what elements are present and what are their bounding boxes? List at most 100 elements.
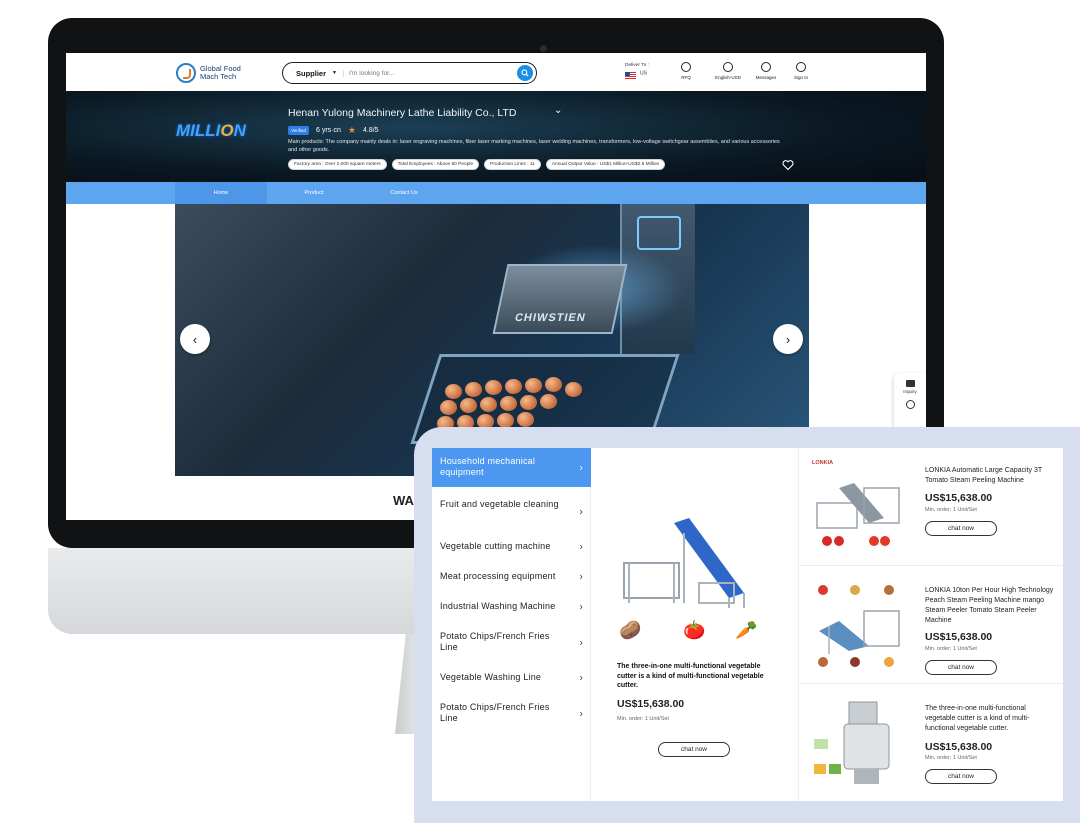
chevron-right-icon: › bbox=[785, 331, 791, 347]
category-label: Meat processing equipment bbox=[440, 571, 556, 581]
product-price: US$15,638.00 bbox=[925, 492, 993, 504]
chevron-right-icon: › bbox=[579, 672, 583, 684]
search-input[interactable] bbox=[343, 69, 503, 77]
category-label: Vegetable cutting machine bbox=[440, 541, 551, 551]
category-item[interactable]: Potato Chips/French Fries Line › bbox=[432, 631, 591, 655]
category-item[interactable]: Fruit and vegetable cleaning › bbox=[432, 499, 591, 525]
featured-min-order: Min. order: 1 Unit/Set bbox=[617, 716, 669, 722]
company-rating: 4.8/5 bbox=[363, 127, 379, 134]
product-title[interactable]: The three-in-one multi-functional vegeta… bbox=[925, 704, 1057, 734]
rfq-link[interactable]: RFQ bbox=[666, 62, 706, 80]
stat-pill: Annual Output Value : US$1 Million-US$2.… bbox=[545, 159, 666, 170]
category-label: Fruit and vegetable cleaning bbox=[440, 499, 559, 509]
language-currency-link[interactable]: English-USD bbox=[708, 62, 748, 80]
company-header: MILLION Henan Yulong Machinery Lathe Lia… bbox=[66, 91, 926, 182]
egg bbox=[480, 397, 497, 412]
hero-next-button[interactable]: › bbox=[773, 324, 803, 354]
inquiry-label[interactable]: Inquiry bbox=[894, 389, 926, 394]
search-button[interactable] bbox=[517, 65, 533, 81]
star-icon: ★ bbox=[347, 125, 356, 135]
product-title[interactable]: LONKIA 10ton Per Hour High Technology Pe… bbox=[925, 586, 1057, 626]
logo-icon bbox=[176, 63, 196, 83]
category-item[interactable]: Meat processing equipment › bbox=[432, 571, 591, 583]
egg bbox=[505, 379, 522, 394]
product-min-order: Min. order: 1 Unit/Set bbox=[925, 646, 977, 652]
us-flag-icon bbox=[625, 72, 636, 79]
category-item[interactable]: Vegetable Washing Line › bbox=[432, 672, 591, 684]
stat-pill: Production Lines : 11 bbox=[484, 159, 541, 170]
company-name: Henan Yulong Machinery Lathe Liability C… bbox=[288, 107, 517, 119]
egg bbox=[445, 384, 462, 399]
category-item[interactable]: Household mechanical equipment › bbox=[432, 448, 591, 487]
stage: Global Food Mach Tech Supplier ▼ Deliver… bbox=[0, 0, 1080, 823]
deliver-to[interactable]: Deliver To : US bbox=[625, 63, 649, 79]
egg bbox=[545, 377, 562, 392]
egg bbox=[565, 382, 582, 397]
mail-icon[interactable] bbox=[905, 380, 915, 387]
stat-pill: Total Employees : Above 50 People bbox=[391, 159, 480, 170]
chevron-right-icon: › bbox=[579, 541, 583, 553]
conveyor-machine-image bbox=[623, 518, 745, 608]
egg bbox=[520, 395, 537, 410]
heart-icon[interactable] bbox=[782, 159, 794, 171]
top-nav-bar: Global Food Mach Tech Supplier ▼ Deliver… bbox=[66, 53, 926, 91]
sign-in-link[interactable]: Sign In bbox=[781, 62, 821, 80]
product-title[interactable]: LONKIA Automatic Large Capacity 3T Tomat… bbox=[925, 466, 1057, 486]
product-min-order: Min. order: 1 Unit/Set bbox=[925, 755, 977, 761]
product-card[interactable]: LONKIA LONKIA Automatic Large Capacity 3… bbox=[799, 448, 1063, 566]
sign-in-label: Sign In bbox=[793, 75, 808, 80]
egg bbox=[500, 396, 517, 411]
company-logo: MILLION bbox=[176, 121, 246, 141]
product-card[interactable]: LONKIA 10ton Per Hour High Technology Pe… bbox=[799, 566, 1063, 684]
product-panel: Household mechanical equipment › Fruit an… bbox=[432, 448, 1063, 801]
potato-icon: 🥔 bbox=[619, 620, 642, 640]
chevron-right-icon: › bbox=[579, 462, 583, 473]
chevron-right-icon: › bbox=[579, 708, 583, 720]
product-chat-button[interactable]: chat now bbox=[925, 660, 997, 675]
product-card[interactable]: The three-in-one multi-functional vegeta… bbox=[799, 684, 1063, 802]
category-list: Household mechanical equipment › Fruit an… bbox=[432, 448, 591, 801]
tomato-icon: 🍅 bbox=[683, 620, 706, 640]
user-icon bbox=[796, 62, 806, 72]
globe-icon bbox=[723, 62, 733, 72]
category-label: Potato Chips/French Fries Line bbox=[440, 702, 550, 723]
category-item[interactable]: Vegetable cutting machine › bbox=[432, 541, 591, 553]
featured-description: The three-in-one multi-functional vegeta… bbox=[617, 663, 764, 689]
featured-chat-button[interactable]: chat now bbox=[658, 742, 730, 757]
tab-contact-us[interactable]: Contact Us bbox=[358, 182, 450, 204]
category-label: Vegetable Washing Line bbox=[440, 672, 542, 682]
logo-letter-m: M bbox=[176, 121, 191, 140]
logo-letter-o: O bbox=[220, 121, 234, 140]
product-min-order: Min. order: 1 Unit/Set bbox=[925, 507, 977, 513]
egg bbox=[460, 398, 477, 413]
egg bbox=[440, 400, 457, 415]
messages-link[interactable]: Messages bbox=[746, 62, 786, 80]
site-logo[interactable]: Global Food Mach Tech bbox=[176, 63, 241, 83]
egg bbox=[465, 382, 482, 397]
stat-pill: Factory area : Over 2,000 square meters bbox=[288, 159, 387, 170]
peach-peeling-machine-image bbox=[818, 585, 900, 667]
language-label: English-USD bbox=[715, 75, 741, 80]
product-chat-button[interactable]: chat now bbox=[925, 769, 997, 784]
chevron-right-icon: › bbox=[579, 637, 583, 649]
tab-home[interactable]: Home bbox=[175, 182, 267, 204]
search-icon bbox=[521, 69, 529, 77]
search-category-select[interactable]: Supplier ▼ bbox=[283, 69, 343, 78]
category-item[interactable]: Industrial Washing Machine › bbox=[432, 601, 591, 613]
camera-dot bbox=[540, 45, 547, 52]
product-chat-button[interactable]: chat now bbox=[925, 521, 997, 536]
company-years: 6 yrs·cn bbox=[316, 127, 341, 134]
store-nav: Home Product Contact Us bbox=[66, 182, 926, 204]
featured-product[interactable]: 🥔 🍅 🥕 The three-in-one multi-functional … bbox=[591, 448, 799, 801]
company-meta: Verified 6 yrs·cn ★ 4.8/5 bbox=[288, 125, 379, 136]
chevron-down-icon[interactable]: ⌄ bbox=[554, 105, 562, 116]
tab-product[interactable]: Product bbox=[268, 182, 360, 204]
egg bbox=[540, 394, 557, 409]
verified-badge: Verified bbox=[288, 126, 310, 135]
category-item[interactable]: Potato Chips/French Fries Line › bbox=[432, 702, 591, 726]
hero-prev-button[interactable]: ‹ bbox=[180, 324, 210, 354]
product-price: US$15,638.00 bbox=[925, 741, 993, 753]
search-bar: Supplier ▼ bbox=[282, 62, 537, 84]
chat-icon[interactable] bbox=[905, 400, 915, 409]
section-heading-fragment: WA bbox=[393, 493, 414, 508]
